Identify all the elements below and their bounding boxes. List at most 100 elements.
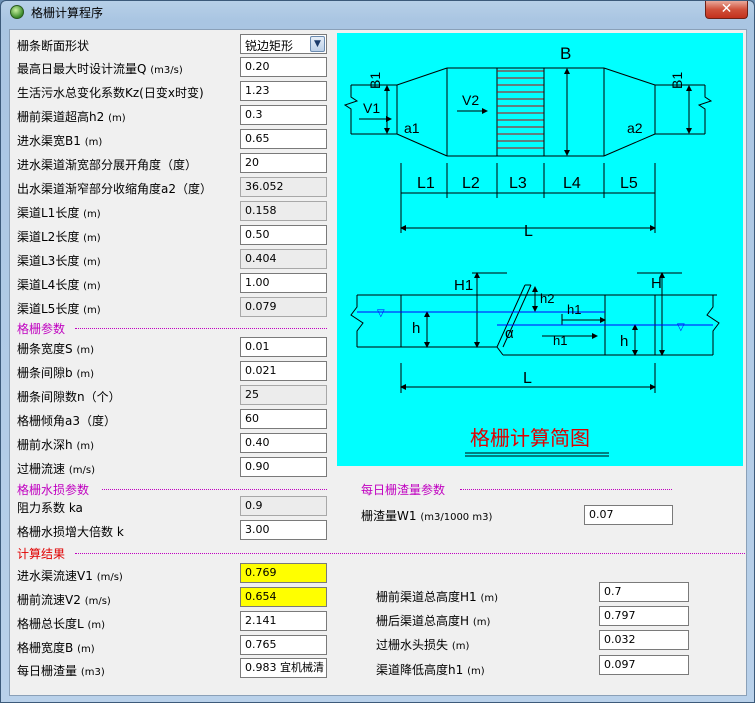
svg-text:h: h	[620, 333, 628, 350]
result-b-label: 格栅宽度B (m)	[17, 639, 95, 656]
input-h2-label: 栅前渠道超高h2 (m)	[17, 108, 126, 125]
close-button[interactable]: ✕	[705, 1, 748, 19]
title-bar[interactable]: 格栅计算程序 ✕	[1, 1, 754, 23]
input-a2-label: 出水渠道渐窄部分收缩角度a2（度）	[17, 180, 212, 197]
screenings-w1-unit: (m3/1000 m3)	[420, 512, 493, 523]
result-right-h1-unit: (m)	[451, 641, 470, 652]
input-b1-field[interactable]: 0.65	[240, 129, 327, 149]
grid-s-unit: (m)	[76, 345, 94, 356]
grid-v-unit: (m/s)	[68, 465, 95, 476]
input-l4-unit: (m)	[83, 281, 101, 292]
svg-text:L3: L3	[509, 175, 527, 192]
result-right-h-field[interactable]: 0.797	[599, 606, 689, 626]
result-right-h1-label: 栅前渠道总高度H1 (m)	[376, 588, 498, 605]
input-a1-label-text: 进水渠道渐宽部分展开角度（度）	[17, 158, 198, 172]
svg-text:V2: V2	[462, 92, 479, 108]
screenings-w1-field[interactable]: 0.07	[584, 505, 673, 525]
grid-n-label-text: 栅条间隙数n（个）	[17, 390, 121, 404]
grid-h-label: 栅前水深h (m)	[17, 436, 94, 453]
input-l2-field[interactable]: 0.50	[240, 225, 327, 245]
grid-b-field[interactable]: 0.021	[240, 361, 327, 381]
input-l1-field: 0.158	[240, 201, 327, 221]
grid-a3-label-text: 格栅倾角a3（度）	[17, 414, 116, 428]
grid-s-field[interactable]: 0.01	[240, 337, 327, 357]
result-right-h1-label-text: 栅前渠道总高度H1	[376, 590, 477, 604]
chevron-down-icon[interactable]: ▼	[310, 36, 325, 52]
result-right-hd-label: 渠道降低高度h1 (m)	[376, 661, 485, 678]
svg-text:B1: B1	[367, 72, 383, 89]
loss-params-divider	[102, 489, 327, 490]
input-b1-label: 进水渠宽B1 (m)	[17, 132, 102, 149]
input-l1-label: 渠道L1长度 (m)	[17, 204, 101, 221]
grid-b-unit: (m)	[76, 369, 94, 380]
input-kz-field[interactable]: 1.23	[240, 81, 327, 101]
input-l2-unit: (m)	[83, 233, 101, 244]
result-b-label-text: 格栅宽度B	[17, 641, 74, 655]
grid-b-label-text: 栅条间隙b	[17, 366, 73, 380]
svg-text:h: h	[412, 320, 420, 337]
grid-a3-field[interactable]: 60	[240, 409, 327, 429]
result-w-label: 每日栅渣量 (m3)	[17, 662, 105, 679]
svg-text:h1: h1	[567, 302, 581, 317]
input-l3-label: 渠道L3长度 (m)	[17, 252, 101, 269]
result-right-hd-field[interactable]: 0.097	[599, 655, 689, 675]
result-right-h1-label: 过栅水头损失 (m)	[376, 636, 469, 653]
input-b1-label-text: 进水渠宽B1	[17, 134, 81, 148]
svg-text:h2: h2	[540, 291, 554, 306]
result-right-h1-field[interactable]: 0.7	[599, 582, 689, 602]
input-kz-label: 生活污水总变化系数Kz(日变x时变)	[17, 84, 204, 101]
input-l3-label-text: 渠道L3长度	[17, 254, 80, 268]
svg-text:L2: L2	[462, 175, 480, 192]
result-right-h-label: 栅后渠道总高度H (m)	[376, 612, 490, 629]
result-right-h1-unit: (m)	[480, 593, 499, 604]
svg-text:H: H	[651, 275, 662, 292]
grid-v-field[interactable]: 0.90	[240, 457, 327, 477]
svg-text:L: L	[524, 223, 533, 240]
result-right-hd-unit: (m)	[467, 666, 485, 677]
grid-h-field[interactable]: 0.40	[240, 433, 327, 453]
grid-v-label-text: 过栅流速	[17, 462, 66, 476]
window-title: 格栅计算程序	[31, 6, 104, 20]
result-v1-label: 进水渠流速V1 (m/s)	[17, 567, 123, 584]
input-l4-field[interactable]: 1.00	[240, 273, 327, 293]
loss-ka-field: 0.9	[240, 496, 327, 516]
result-b-unit: (m)	[77, 644, 95, 655]
input-l5-label: 渠道L5长度 (m)	[17, 300, 101, 317]
schematic-svg: B B1 B1 V1 V2 a1 a2 L1 L2 L3 L4 L5 L ▽ ▽…	[343, 44, 720, 457]
screenings-w1-label-text: 栅渣量W1	[361, 509, 417, 523]
input-h2-unit: (m)	[108, 113, 126, 124]
svg-text:α: α	[505, 325, 514, 342]
input-shape-label-text: 栅条断面形状	[17, 39, 90, 53]
svg-text:L5: L5	[620, 175, 638, 192]
input-h2-field[interactable]: 0.3	[240, 105, 327, 125]
input-h2-label-text: 栅前渠道超高h2	[17, 110, 105, 124]
input-q-field[interactable]: 0.20	[240, 57, 327, 77]
input-l1-label-text: 渠道L1长度	[17, 206, 80, 220]
label-B: B	[560, 44, 571, 63]
input-a1-field[interactable]: 20	[240, 153, 327, 173]
result-right-h1-field[interactable]: 0.032	[599, 630, 689, 650]
grid-h-label-text: 栅前水深h	[17, 438, 73, 452]
grid-s-label: 栅条宽度S (m)	[17, 340, 94, 357]
loss-k-label: 格栅水损增大倍数 k	[17, 523, 124, 540]
result-w-field[interactable]: 0.983 宜机械清	[240, 658, 327, 678]
result-l-unit: (m)	[87, 620, 106, 631]
result-v2-field[interactable]: 0.654	[240, 587, 327, 607]
loss-k-field[interactable]: 3.00	[240, 520, 327, 540]
svg-text:▽: ▽	[377, 308, 385, 319]
svg-text:▽: ▽	[677, 322, 685, 333]
loss-k-label-text: 格栅水损增大倍数 k	[17, 525, 124, 539]
input-q-label: 最高日最大时设计流量Q (m3/s)	[17, 60, 183, 77]
results-section-title: 计算结果	[17, 547, 66, 561]
grid-a3-label: 格栅倾角a3（度）	[17, 412, 116, 429]
input-shape-select[interactable]: 锐边矩形 ▼	[240, 34, 327, 54]
result-v1-field[interactable]: 0.769	[240, 563, 327, 583]
input-l5-label-text: 渠道L5长度	[17, 302, 80, 316]
grid-schematic-diagram: B B1 B1 V1 V2 a1 a2 L1 L2 L3 L4 L5 L ▽ ▽…	[337, 33, 743, 466]
grid-n-field: 25	[240, 385, 327, 405]
result-b-field[interactable]: 0.765	[240, 635, 327, 655]
input-kz-label-text: 生活污水总变化系数Kz(日变x时变)	[17, 86, 204, 100]
screenings-section-title: 每日栅渣量参数	[361, 483, 446, 497]
input-l1-unit: (m)	[83, 209, 101, 220]
result-l-field[interactable]: 2.141	[240, 611, 327, 631]
